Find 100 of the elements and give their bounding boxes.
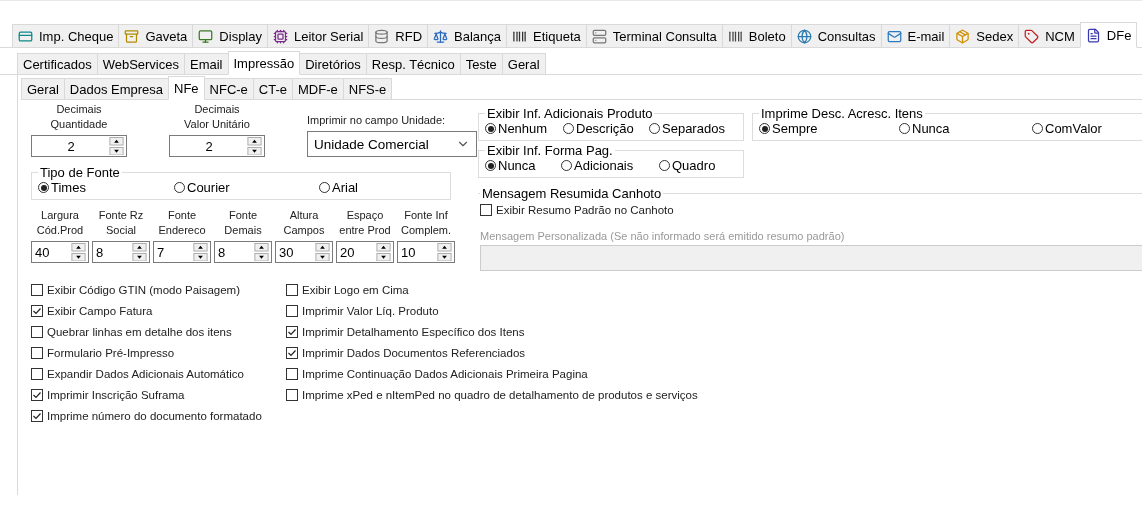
field-label: Altura Campos <box>283 208 325 238</box>
field-label: Fonte Rz Social <box>98 208 144 238</box>
main-tab[interactable]: Display <box>192 24 268 47</box>
spin-down-icon[interactable] <box>193 252 208 261</box>
document-tab[interactable]: CT-e <box>252 78 294 99</box>
check-icon <box>287 326 297 337</box>
document-tab[interactable]: NFe <box>168 76 205 100</box>
checkbox[interactable] <box>286 367 298 380</box>
spin-field[interactable]: 40 <box>31 241 89 263</box>
spin-field[interactable]: 8 <box>92 241 150 263</box>
spin-field[interactable]: 2 <box>31 135 127 157</box>
field-label: Decimais Quantidade <box>50 102 108 132</box>
check-icon <box>32 410 42 421</box>
main-tab[interactable]: Consultas <box>790 24 882 47</box>
settings-tab[interactable]: Diretórios <box>299 53 367 74</box>
document-tab[interactable]: Geral <box>21 78 65 99</box>
settings-tab[interactable]: Email <box>184 53 229 74</box>
radio-label: Descrição <box>576 121 634 136</box>
spin-up-icon[interactable] <box>376 243 391 252</box>
settings-tab[interactable]: Geral <box>501 53 546 74</box>
document-tab[interactable]: NFS-e <box>342 78 393 99</box>
checkbox[interactable] <box>286 304 298 317</box>
field-label: Fonte Endereco <box>158 208 206 238</box>
main-tab[interactable]: DFe <box>1079 22 1138 48</box>
main-tab[interactable]: Leitor Serial <box>267 24 370 47</box>
radio-label: Quadro <box>672 158 716 173</box>
check-icon <box>32 389 42 400</box>
document-tab[interactable]: NFC-e <box>203 78 254 99</box>
spin-up-icon[interactable] <box>109 137 124 146</box>
radio-label: Sempre <box>772 121 818 136</box>
checkbox[interactable] <box>31 325 43 338</box>
tag-icon <box>1024 28 1040 44</box>
spin-down-icon[interactable] <box>376 252 391 261</box>
server-icon <box>591 28 607 44</box>
document-icon <box>1085 27 1101 43</box>
chip-icon <box>273 28 288 44</box>
radio-label: Courier <box>187 180 230 195</box>
spin-up-icon[interactable] <box>71 243 86 252</box>
settings-tab[interactable]: WebServices <box>96 53 185 74</box>
main-tab[interactable]: Gaveta <box>118 24 194 47</box>
main-tab[interactable]: Boleto <box>721 24 792 47</box>
group-title: Exibir Inf. Forma Pag. <box>486 143 614 158</box>
main-tab[interactable]: NCM <box>1018 24 1081 47</box>
main-tab[interactable]: Balança <box>427 24 508 47</box>
checkbox-label: Exibir Logo em Cima <box>302 283 409 296</box>
checkbox[interactable] <box>286 325 298 338</box>
checkbox-label: Imprime número do documento formatado <box>47 409 262 422</box>
checkbox[interactable] <box>31 346 43 359</box>
settings-tab[interactable]: Impressão <box>227 51 301 75</box>
checkbox-label: Imprime Continuação Dados Adicionais Primeira Pagina <box>302 367 588 380</box>
main-tab[interactable]: Terminal Consulta <box>585 24 723 47</box>
settings-tab[interactable]: Certificados <box>17 53 98 74</box>
document-tab[interactable]: MDF-e <box>292 78 344 99</box>
main-tab[interactable]: RFD <box>368 24 429 47</box>
checkbox-label: Imprimir Inscrição Suframa <box>47 388 185 401</box>
checkbox[interactable] <box>31 283 43 296</box>
main-tab[interactable]: E-mail <box>880 24 951 47</box>
spin-down-icon[interactable] <box>109 146 124 155</box>
checkbox[interactable] <box>31 367 43 380</box>
spin-up-icon[interactable] <box>315 243 330 252</box>
spin-down-icon[interactable] <box>71 252 86 261</box>
database-icon <box>374 28 390 44</box>
checkbox[interactable] <box>286 346 298 359</box>
spin-down-icon[interactable] <box>254 252 269 261</box>
checkbox-label: Quebrar linhas em detalhe dos itens <box>47 325 232 338</box>
mail-icon <box>886 28 902 44</box>
radio-label: ComValor <box>1045 121 1102 136</box>
checkbox[interactable] <box>31 409 43 422</box>
spin-down-icon[interactable] <box>247 146 262 155</box>
spin-down-icon[interactable] <box>315 252 330 261</box>
spin-field[interactable]: 30 <box>275 241 333 263</box>
settings-tab[interactable]: Teste <box>459 53 503 74</box>
spin-down-icon[interactable] <box>132 252 147 261</box>
main-tab[interactable]: Sedex <box>949 24 1020 47</box>
spin-field[interactable]: 7 <box>153 241 211 263</box>
card-icon <box>18 28 33 44</box>
checkbox[interactable] <box>286 283 298 296</box>
checkbox[interactable] <box>31 388 43 401</box>
globe-icon <box>796 28 812 44</box>
spin-field[interactable]: 20 <box>336 241 394 263</box>
checkbox-label: Imprimir Detalhamento Específico dos Itens <box>302 325 525 338</box>
spin-up-icon[interactable] <box>132 243 147 252</box>
checkbox[interactable] <box>286 388 298 401</box>
unit-dropdown[interactable]: Unidade Comercial <box>307 131 477 157</box>
spin-field[interactable]: 10 <box>397 241 455 263</box>
checkbox-label: Imprimir Dados Documentos Referenciados <box>302 346 526 359</box>
spin-up-icon[interactable] <box>254 243 269 252</box>
checkbox[interactable] <box>31 304 43 317</box>
main-tab[interactable]: Imp. Cheque <box>12 24 120 47</box>
spin-field[interactable]: 8 <box>214 241 272 263</box>
spin-field[interactable]: 2 <box>169 135 265 157</box>
main-tab[interactable]: Etiqueta <box>506 24 587 47</box>
spin-up-icon[interactable] <box>247 137 262 146</box>
spin-down-icon[interactable] <box>437 252 452 261</box>
document-tab[interactable]: Dados Empresa <box>63 78 169 99</box>
settings-tab[interactable]: Resp. Técnico <box>365 53 461 74</box>
spin-up-icon[interactable] <box>193 243 208 252</box>
field-label: Imprimir no campo Unidade: <box>307 113 446 128</box>
group-title: Imprime Desc. Acresc. Itens <box>760 106 924 121</box>
spin-up-icon[interactable] <box>437 243 452 252</box>
